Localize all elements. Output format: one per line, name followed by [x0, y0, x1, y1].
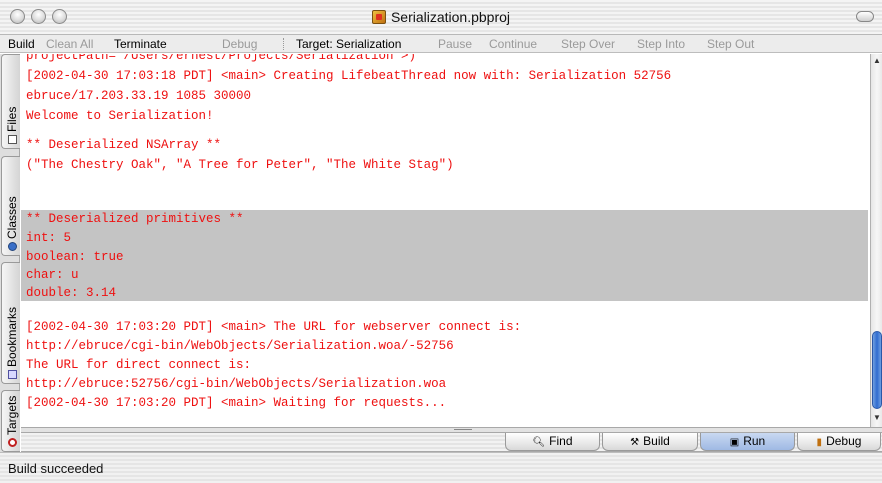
- step-out-button[interactable]: Step Out: [707, 37, 754, 51]
- side-tab-bar: Files Classes Bookmarks Targets: [0, 54, 20, 452]
- debug-button[interactable]: Debug: [222, 37, 257, 51]
- bottom-tab-bar: 🔍︎ Find ⚒ Build ▣ Run ▮ Debug: [21, 433, 882, 452]
- log-line: Welcome to Serialization!: [26, 109, 214, 123]
- toolbar-toggle-button[interactable]: [856, 11, 874, 22]
- file-icon: [8, 135, 17, 144]
- log-line: boolean: true: [26, 250, 124, 264]
- terminate-button[interactable]: Terminate: [114, 37, 167, 51]
- magnifier-icon: 🔍︎: [532, 437, 546, 448]
- log-line: [2002-04-30 17:03:20 PDT] <main> Waiting…: [26, 396, 447, 410]
- log-line: ebruce/17.203.33.19 1085 30000: [26, 89, 252, 103]
- tab-targets[interactable]: Targets: [1, 390, 20, 452]
- monitor-icon: ▣: [729, 437, 740, 448]
- splitter-grip-icon: [454, 429, 472, 431]
- tab-files[interactable]: Files: [1, 54, 20, 149]
- scroll-down-icon[interactable]: ▼: [872, 413, 882, 423]
- log-line: char: u: [26, 268, 79, 282]
- log-line: double: 3.14: [26, 286, 117, 300]
- run-log-view[interactable]: projectPath= /Users/ernest/Projects/Seri…: [21, 54, 870, 427]
- title-bar: Serialization.pbproj: [0, 0, 882, 35]
- log-line: ** Deserialized primitives **: [26, 212, 244, 226]
- log-line: projectPath= /Users/ernest/Projects/Seri…: [26, 54, 417, 63]
- log-line: http://ebruce/cgi-bin/WebObjects/Seriali…: [26, 339, 454, 353]
- pause-button[interactable]: Pause: [438, 37, 472, 51]
- build-button[interactable]: Build: [8, 37, 35, 51]
- tab-build[interactable]: ⚒ Build: [602, 433, 698, 451]
- tab-bookmarks[interactable]: Bookmarks: [1, 262, 20, 384]
- build-toolbar: Build Clean All Terminate Debug Target: …: [0, 35, 882, 53]
- tab-debug-label: Debug: [826, 434, 862, 448]
- scrollbar-thumb[interactable]: [872, 331, 882, 409]
- continue-button[interactable]: Continue: [489, 37, 537, 51]
- tab-classes[interactable]: Classes: [1, 156, 20, 256]
- window-title-group: Serialization.pbproj: [0, 9, 882, 27]
- tab-classes-label: Classes: [5, 196, 19, 239]
- tab-run[interactable]: ▣ Run: [700, 433, 795, 451]
- bug-spray-icon: ▮: [816, 437, 823, 448]
- tab-debug[interactable]: ▮ Debug: [797, 433, 881, 451]
- log-line: ** Deserialized NSArray **: [26, 138, 222, 152]
- clean-all-button[interactable]: Clean All: [46, 37, 93, 51]
- tab-bookmarks-label: Bookmarks: [5, 306, 19, 367]
- log-scrollbar[interactable]: ▲ ▼: [870, 54, 882, 427]
- toolbar-separator: [283, 38, 284, 50]
- classes-icon: [8, 242, 17, 251]
- log-line: The URL for direct connect is:: [26, 358, 252, 372]
- status-bar: Build succeeded: [0, 452, 882, 483]
- bookmark-icon: [8, 370, 17, 379]
- target-selector[interactable]: Target: Serialization: [296, 37, 401, 51]
- log-line: http://ebruce:52756/cgi-bin/WebObjects/S…: [26, 377, 447, 391]
- tab-build-label: Build: [643, 434, 670, 448]
- target-icon: [8, 438, 17, 447]
- tab-files-label: Files: [5, 106, 19, 132]
- tab-find[interactable]: 🔍︎ Find: [505, 433, 600, 451]
- step-over-button[interactable]: Step Over: [561, 37, 615, 51]
- tab-run-label: Run: [743, 434, 766, 448]
- tab-find-label: Find: [549, 434, 573, 448]
- log-line: [2002-04-30 17:03:18 PDT] <main> Creatin…: [26, 69, 672, 83]
- log-line: ("The Chestry Oak", "A Tree for Peter", …: [26, 158, 454, 172]
- hammer-icon: ⚒: [630, 437, 640, 448]
- build-status-text: Build succeeded: [8, 461, 104, 476]
- step-into-button[interactable]: Step Into: [637, 37, 685, 51]
- log-line: [2002-04-30 17:03:20 PDT] <main> The URL…: [26, 320, 522, 334]
- scroll-up-icon[interactable]: ▲: [872, 56, 882, 66]
- tab-targets-label: Targets: [5, 395, 19, 435]
- window-title: Serialization.pbproj: [390, 9, 511, 25]
- xcode-project-icon: [371, 10, 386, 24]
- log-line: int: 5: [26, 231, 72, 245]
